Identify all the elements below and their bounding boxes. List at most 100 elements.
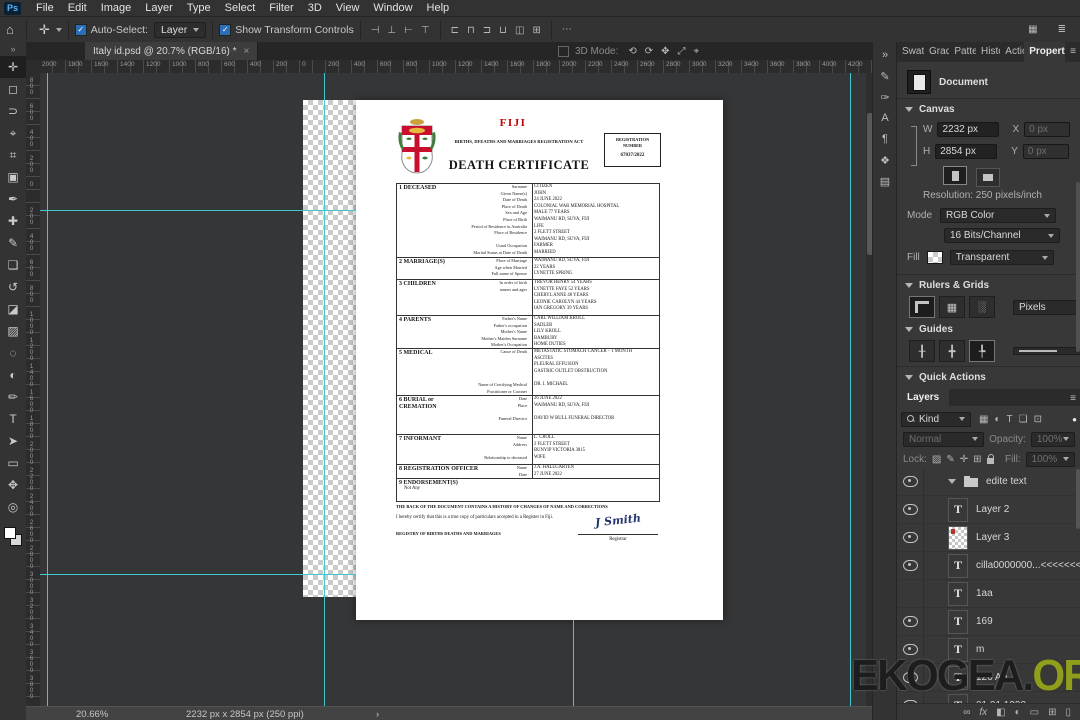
mode-3d-4-icon[interactable]: ⌖ bbox=[690, 46, 704, 57]
menu-item-edit[interactable]: Edit bbox=[61, 2, 94, 14]
frame-tool[interactable]: ▣ bbox=[0, 166, 26, 188]
distribute-0-icon[interactable]: ⊏ bbox=[447, 25, 463, 36]
healing-brush-tool[interactable]: ✚ bbox=[0, 210, 26, 232]
panel-menu-icon[interactable]: ≡ bbox=[1065, 42, 1080, 62]
character-panel-icon[interactable]: A bbox=[873, 112, 897, 126]
guides-button-1[interactable]: ╋ bbox=[939, 340, 965, 362]
filter-type-4-icon[interactable]: ⊡ bbox=[1034, 414, 1042, 425]
paragraph-panel-icon[interactable]: ¶ bbox=[873, 133, 897, 147]
guide-horizontal[interactable] bbox=[40, 574, 356, 575]
layer-row[interactable]: Layer 3 bbox=[897, 524, 1080, 552]
mode-3d-2-icon[interactable]: ✥ bbox=[657, 46, 673, 57]
distribute-2-icon[interactable]: ⊐ bbox=[479, 25, 495, 36]
visibility-toggle[interactable] bbox=[897, 524, 924, 551]
brush-tool[interactable]: ✎ bbox=[0, 232, 26, 254]
hand-tool[interactable]: ✥ bbox=[0, 474, 26, 496]
link-dimensions-icon[interactable] bbox=[911, 126, 917, 166]
layer-row[interactable]: T 169 bbox=[897, 608, 1080, 636]
layer-row[interactable]: T Layer 2 bbox=[897, 496, 1080, 524]
status-caret-icon[interactable]: › bbox=[376, 709, 379, 720]
tab-gradi[interactable]: Gradi bbox=[924, 42, 949, 62]
lasso-tool[interactable]: ⊃ bbox=[0, 100, 26, 122]
filter-type-0-icon[interactable]: ▦ bbox=[979, 414, 988, 425]
filter-type-1-icon[interactable]: ◐ bbox=[994, 414, 1000, 425]
zoom-level[interactable]: 20.66% bbox=[76, 709, 186, 720]
visibility-toggle[interactable] bbox=[897, 496, 924, 523]
workspace-0-icon[interactable]: ▦ bbox=[1024, 24, 1041, 35]
distribute-3-icon[interactable]: ⊔ bbox=[495, 25, 511, 36]
canvas-area[interactable]: FIJI BIRTHS, DFEATHS AND MARRIAGES REGIS… bbox=[40, 73, 866, 706]
tab-patter[interactable]: Patter bbox=[949, 42, 976, 62]
more-options-icon[interactable]: ⋯ bbox=[558, 24, 576, 35]
glyphs-panel-icon[interactable]: ❖ bbox=[873, 154, 897, 168]
chevron-down-icon[interactable] bbox=[948, 479, 956, 484]
edit-panel-icon[interactable]: ✎ bbox=[873, 70, 897, 84]
guide-horizontal[interactable] bbox=[40, 210, 356, 211]
move-tool[interactable]: ✛ bbox=[0, 56, 26, 78]
home-icon[interactable]: ⌂ bbox=[0, 22, 20, 37]
panel-menu-icon[interactable]: ≡ bbox=[1065, 389, 1080, 406]
close-icon[interactable]: × bbox=[244, 46, 250, 57]
menu-item-view[interactable]: View bbox=[329, 2, 367, 14]
lock-option-1-icon[interactable]: ✎ bbox=[946, 454, 954, 465]
lock-all-icon[interactable] bbox=[986, 454, 995, 464]
show-transform-checkbox[interactable]: ✓ bbox=[219, 23, 232, 36]
distribute-4-icon[interactable]: ◫ bbox=[511, 25, 528, 36]
eraser-tool[interactable]: ◪ bbox=[0, 298, 26, 320]
crop-tool[interactable]: ⌗ bbox=[0, 144, 26, 166]
filter-type-3-icon[interactable]: ❏ bbox=[1019, 414, 1028, 425]
fill-swatch[interactable] bbox=[926, 251, 943, 264]
mode-3d-1-icon[interactable]: ⟳ bbox=[641, 46, 657, 57]
distribute-1-icon[interactable]: ⊓ bbox=[463, 25, 479, 36]
tab-histo[interactable]: Histo bbox=[976, 42, 1000, 62]
tab-actio[interactable]: Actio bbox=[1000, 42, 1024, 62]
lock-option-2-icon[interactable]: ✛ bbox=[960, 454, 968, 465]
menu-item-layer[interactable]: Layer bbox=[138, 2, 180, 14]
visibility-toggle[interactable] bbox=[897, 608, 924, 635]
guide-vertical[interactable] bbox=[47, 73, 48, 706]
layer-row[interactable]: edite text bbox=[897, 468, 1080, 496]
tab-swatc[interactable]: Swatc bbox=[897, 42, 924, 62]
layer-mask-icon[interactable]: ◧ bbox=[996, 707, 1005, 718]
fill-dropdown[interactable]: Transparent bbox=[949, 250, 1054, 265]
menu-item-select[interactable]: Select bbox=[218, 2, 263, 14]
type-tool[interactable]: T bbox=[0, 408, 26, 430]
align-1-icon[interactable]: ⊥ bbox=[383, 25, 400, 36]
lock-option-0-icon[interactable]: ▨ bbox=[932, 454, 941, 465]
menu-item-type[interactable]: Type bbox=[180, 2, 218, 14]
menu-item-3d[interactable]: 3D bbox=[301, 2, 329, 14]
brushes-panel-icon[interactable]: ✑ bbox=[873, 91, 897, 105]
menu-item-help[interactable]: Help bbox=[420, 2, 457, 14]
object-selection-tool[interactable]: ⌖ bbox=[0, 122, 26, 144]
auto-select-checkbox[interactable]: ✓ bbox=[74, 23, 87, 36]
move-tool-icon[interactable]: ✛ bbox=[33, 22, 56, 38]
libraries-panel-icon[interactable]: ▤ bbox=[873, 175, 897, 189]
shape-tool[interactable]: ▭ bbox=[0, 452, 26, 474]
visibility-toggle[interactable] bbox=[897, 580, 924, 607]
mode-3d-0-icon[interactable]: ⟲ bbox=[624, 46, 640, 57]
menu-item-image[interactable]: Image bbox=[94, 2, 139, 14]
mode-3d-icon[interactable] bbox=[558, 45, 569, 57]
chevron-down-icon[interactable] bbox=[55, 27, 62, 32]
ruler-units-dropdown[interactable]: Pixels bbox=[1013, 299, 1080, 315]
tab-properties[interactable]: Properties bbox=[1024, 42, 1066, 62]
bit-depth-dropdown[interactable]: 16 Bits/Channel bbox=[944, 228, 1060, 243]
menu-item-window[interactable]: Window bbox=[366, 2, 419, 14]
visibility-toggle[interactable] bbox=[897, 468, 924, 495]
align-2-icon[interactable]: ⊢ bbox=[400, 25, 417, 36]
gradient-tool[interactable]: ▨ bbox=[0, 320, 26, 342]
orientation-portrait-button[interactable] bbox=[943, 166, 967, 185]
orientation-landscape-button[interactable] bbox=[975, 167, 1000, 187]
ruler-corner[interactable] bbox=[26, 60, 41, 74]
chevron-down-icon[interactable] bbox=[905, 327, 913, 332]
color-mode-dropdown[interactable]: RGB Color bbox=[940, 208, 1057, 223]
color-swatches[interactable] bbox=[0, 524, 26, 550]
zoom-tool[interactable]: ◎ bbox=[0, 496, 26, 518]
horizontal-ruler[interactable]: 2000 1800 1600 1400 1200 1000 800 600 400 200 0 200… bbox=[40, 60, 872, 74]
link-layers-icon[interactable]: ∞ bbox=[963, 707, 970, 718]
menu-item-file[interactable]: File bbox=[29, 2, 61, 14]
toggle-rulers-button[interactable] bbox=[909, 296, 935, 318]
align-3-icon[interactable]: ⊤ bbox=[417, 25, 434, 36]
toggle-grid-button[interactable]: ▦ bbox=[939, 296, 965, 318]
foreground-color-swatch[interactable] bbox=[4, 527, 16, 539]
